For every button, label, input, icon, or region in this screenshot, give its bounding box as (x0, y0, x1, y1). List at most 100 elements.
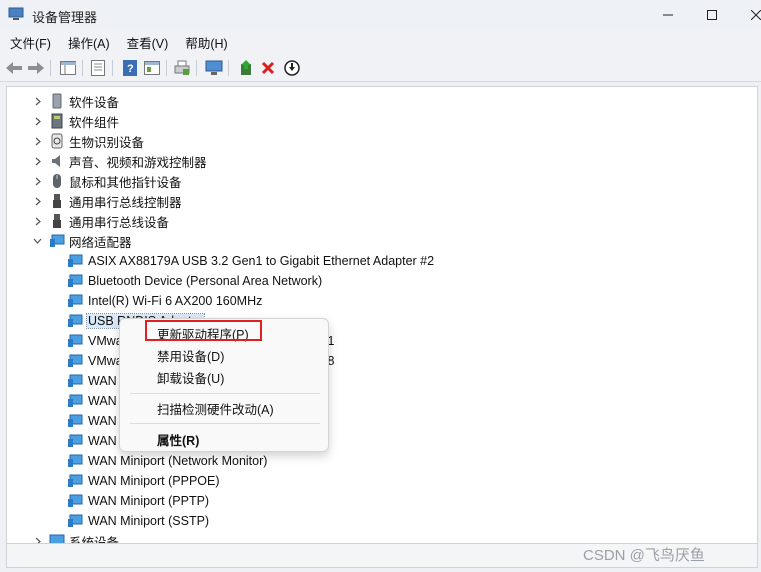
tree-category-usb-device[interactable]: 通用串行总线设备 (7, 211, 757, 231)
network-adapter-icon (67, 373, 83, 389)
tree-category-label: 鼠标和其他指针设备 (69, 175, 182, 190)
tree-category-label: 生物识别设备 (69, 135, 145, 150)
print-icon[interactable] (172, 58, 192, 78)
network-adapter-icon (67, 273, 83, 289)
network-adapter-item[interactable]: WAN Miniport (PPPOE) (7, 471, 757, 491)
chevron-right-icon[interactable] (33, 536, 43, 543)
network-adapter-item[interactable]: Intel(R) Wi-Fi 6 AX200 160MHz (7, 291, 757, 311)
back-arrow-icon[interactable] (4, 58, 24, 78)
network-adapter-icon (67, 513, 83, 529)
toolbar-separator (228, 60, 229, 76)
usb-icon (49, 213, 65, 229)
close-button[interactable] (733, 0, 761, 30)
network-adapter-label: WAN Miniport (Network Monitor) (88, 454, 268, 468)
menu-item-uninstall-device[interactable]: 卸载设备(U) (120, 366, 328, 388)
forward-arrow-icon[interactable] (26, 58, 46, 78)
software-device-icon (49, 93, 65, 109)
toolbar-separator (196, 60, 197, 76)
menu-separator (130, 393, 320, 394)
device-tree: 软件设备 软件组件 生物识别设备 声音、视频和游戏控制器 鼠标和其他指针设备 通… (6, 86, 758, 544)
menu-item-disable-device[interactable]: 禁用设备(D) (120, 344, 328, 366)
network-adapter-icon (67, 493, 83, 509)
tree-category-label: 软件组件 (69, 115, 120, 130)
tree-category-usb-controller[interactable]: 通用串行总线控制器 (7, 191, 757, 211)
menu-help[interactable]: 帮助(H) (178, 33, 234, 52)
network-adapter-item[interactable]: ASIX AX88179A USB 3.2 Gen1 to Gigabit Et… (7, 251, 757, 271)
menu-action[interactable]: 操作(A) (61, 33, 117, 52)
chevron-right-icon[interactable] (33, 116, 43, 126)
toolbar-separator (82, 60, 83, 76)
network-adapter-icon (67, 473, 83, 489)
update-driver-icon[interactable] (236, 58, 256, 78)
network-adapter-icon (49, 233, 65, 249)
network-adapter-icon (67, 393, 83, 409)
tree-category-label: 系统设备 (69, 535, 120, 544)
tree-category-label: 声音、视频和游戏控制器 (69, 155, 207, 170)
network-adapter-item[interactable]: WAN Miniport (Network Monitor) (7, 451, 757, 471)
menu-item-properties[interactable]: 属性(R) (120, 428, 328, 450)
network-adapter-label: WAN Miniport (PPTP) (88, 494, 210, 508)
toolbar-separator (50, 60, 51, 76)
speaker-icon (49, 153, 65, 169)
tree-category-label: 软件设备 (69, 95, 120, 110)
chevron-right-icon[interactable] (33, 136, 43, 146)
disable-device-icon[interactable] (282, 58, 302, 78)
network-adapter-label: ASIX AX88179A USB 3.2 Gen1 to Gigabit Et… (88, 254, 435, 268)
tree-category-network-adapters[interactable]: 网络适配器 (7, 231, 757, 251)
minimize-button[interactable] (645, 0, 691, 30)
menu-bar: 文件(F) 操作(A) 查看(V) 帮助(H) (0, 30, 761, 54)
tree-category-mouse[interactable]: 鼠标和其他指针设备 (7, 171, 757, 191)
software-component-icon (49, 113, 65, 129)
tree-category-software-device[interactable]: 软件设备 (7, 91, 757, 111)
network-adapter-icon (67, 313, 83, 329)
network-adapter-icon (67, 413, 83, 429)
tree-category-sound[interactable]: 声音、视频和游戏控制器 (7, 151, 757, 171)
show-hide-tree-icon[interactable] (58, 58, 78, 78)
tree-category-label: 通用串行总线设备 (69, 215, 170, 230)
tree-category-label: 网络适配器 (69, 235, 132, 250)
chevron-down-icon[interactable] (32, 236, 42, 246)
chevron-right-icon[interactable] (33, 176, 43, 186)
network-adapter-label: WAN Miniport (PPPOE) (88, 474, 220, 488)
network-adapter-item[interactable]: WAN Miniport (PPTP) (7, 491, 757, 511)
maximize-button[interactable] (689, 0, 735, 30)
chevron-right-icon[interactable] (33, 156, 43, 166)
network-adapter-item[interactable]: WAN Miniport (SSTP) (7, 511, 757, 531)
network-adapter-icon (67, 353, 83, 369)
toolbar-separator (166, 60, 167, 76)
title-bar: 设备管理器 (0, 0, 761, 30)
device-manager-icon (8, 7, 24, 21)
tree-category-biometric[interactable]: 生物识别设备 (7, 131, 757, 151)
menu-view[interactable]: 查看(V) (120, 33, 176, 52)
uninstall-icon[interactable] (258, 58, 278, 78)
properties-icon[interactable] (88, 58, 108, 78)
system-device-icon (49, 533, 65, 543)
chevron-right-icon[interactable] (33, 196, 43, 206)
menu-file[interactable]: 文件(F) (3, 33, 58, 52)
tree-category-system-devices[interactable]: 系统设备 (7, 531, 757, 544)
toolbar: ? (0, 54, 761, 82)
network-adapter-label: Intel(R) Wi-Fi 6 AX200 160MHz (88, 294, 263, 308)
network-adapter-label: Bluetooth Device (Personal Area Network) (88, 274, 323, 288)
network-adapter-icon (67, 433, 83, 449)
tree-category-software-component[interactable]: 软件组件 (7, 111, 757, 131)
help-icon[interactable]: ? (120, 58, 140, 78)
chevron-right-icon[interactable] (33, 96, 43, 106)
menu-separator (130, 423, 320, 424)
biometric-icon (49, 133, 65, 149)
scan-hardware-icon[interactable] (204, 58, 224, 78)
svg-text:?: ? (127, 63, 134, 75)
watermark: CSDN @飞鸟厌鱼 (583, 547, 705, 564)
network-adapter-icon (67, 293, 83, 309)
mouse-icon (49, 173, 65, 189)
network-adapter-icon (67, 333, 83, 349)
action-pane-icon[interactable] (142, 58, 162, 78)
network-adapter-icon (67, 453, 83, 469)
window-title: 设备管理器 (32, 10, 98, 25)
menu-item-scan-hardware[interactable]: 扫描检测硬件改动(A) (120, 397, 328, 419)
network-adapter-icon (67, 253, 83, 269)
network-adapter-item[interactable]: Bluetooth Device (Personal Area Network) (7, 271, 757, 291)
chevron-right-icon[interactable] (33, 216, 43, 226)
usb-icon (49, 193, 65, 209)
toolbar-separator (112, 60, 113, 76)
